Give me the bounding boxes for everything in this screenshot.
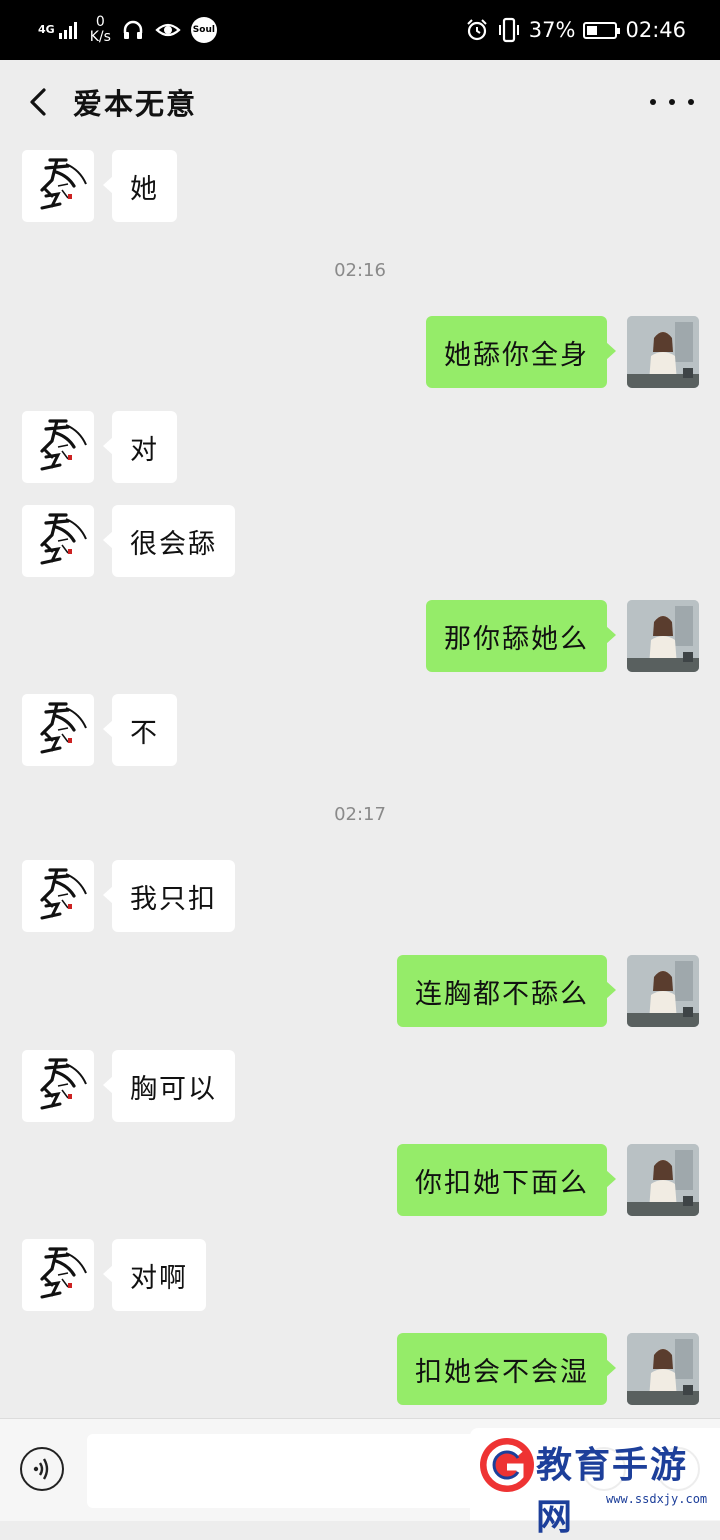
- back-button[interactable]: [18, 82, 58, 122]
- outgoing-message-bubble[interactable]: 你扣她下面么: [397, 1144, 616, 1216]
- my-avatar[interactable]: [627, 1333, 699, 1405]
- chat-title: 爱本无意: [73, 87, 198, 121]
- message-list[interactable]: 她 02:16 她舔你全身对很会舔那你舔她么不 02:17 我只扣连胸都不舔么胸可以你扣…: [0, 146, 720, 1418]
- watermark-url: www.ssdxjy.com: [606, 1492, 708, 1506]
- dot: [688, 99, 694, 105]
- signal-indicator: 4G: [38, 21, 80, 39]
- site-logo-icon: [480, 1438, 534, 1492]
- incoming-message-bubble[interactable]: 对啊: [103, 1239, 206, 1311]
- dot: [669, 99, 675, 105]
- my-avatar[interactable]: [627, 316, 699, 388]
- contact-avatar[interactable]: [22, 150, 94, 222]
- outgoing-message-bubble[interactable]: 扣她会不会湿: [397, 1333, 616, 1405]
- incoming-message-bubble[interactable]: 对: [103, 411, 177, 483]
- contact-avatar[interactable]: [22, 1050, 94, 1122]
- signal-icon: [58, 22, 77, 39]
- my-avatar[interactable]: [627, 600, 699, 672]
- battery-level: [587, 25, 598, 35]
- status-time: 02:46: [625, 18, 686, 42]
- battery-percent: 37%: [528, 18, 576, 42]
- more-options-button[interactable]: [650, 82, 694, 122]
- timestamp: 02:16: [334, 260, 386, 281]
- contact-avatar[interactable]: [22, 1239, 94, 1311]
- chat-header: 爱本无意: [0, 60, 720, 146]
- my-avatar[interactable]: [627, 955, 699, 1027]
- contact-avatar[interactable]: [22, 860, 94, 932]
- dot: [650, 99, 656, 105]
- incoming-message-bubble[interactable]: 不: [103, 694, 177, 766]
- headphones-icon: [123, 20, 143, 39]
- outgoing-message-bubble[interactable]: 那你舔她么: [426, 600, 616, 672]
- voice-input-button[interactable]: [20, 1447, 64, 1491]
- voice-icon: [33, 1458, 49, 1480]
- contact-avatar[interactable]: [22, 411, 94, 483]
- vibrate-icon: [498, 17, 519, 43]
- network-speed: 0 K/s: [89, 14, 111, 45]
- incoming-message-bubble[interactable]: 胸可以: [103, 1050, 235, 1122]
- timestamp: 02:17: [334, 804, 386, 825]
- incoming-message-bubble[interactable]: 我只扣: [103, 860, 235, 932]
- contact-avatar[interactable]: [22, 694, 94, 766]
- watermark-text: 教育手游网: [536, 1444, 689, 1538]
- outgoing-message-bubble[interactable]: 她舔你全身: [426, 316, 616, 388]
- soul-app-icon: Soul: [190, 17, 217, 43]
- eye-icon: [155, 23, 181, 37]
- alarm-icon: [467, 19, 487, 41]
- my-avatar[interactable]: [627, 1144, 699, 1216]
- contact-avatar[interactable]: [22, 505, 94, 577]
- outgoing-message-bubble[interactable]: 连胸都不舔么: [397, 955, 616, 1027]
- incoming-message-bubble[interactable]: 很会舔: [103, 505, 235, 577]
- network-type: 4G: [38, 23, 55, 36]
- battery-icon: [583, 21, 621, 39]
- site-watermark: 教育手游网 www.ssdxjy.com: [470, 1428, 720, 1538]
- incoming-message-bubble[interactable]: 她: [103, 150, 177, 222]
- status-bar: 4G 0 K/s Soul 37% 02:46: [0, 0, 720, 60]
